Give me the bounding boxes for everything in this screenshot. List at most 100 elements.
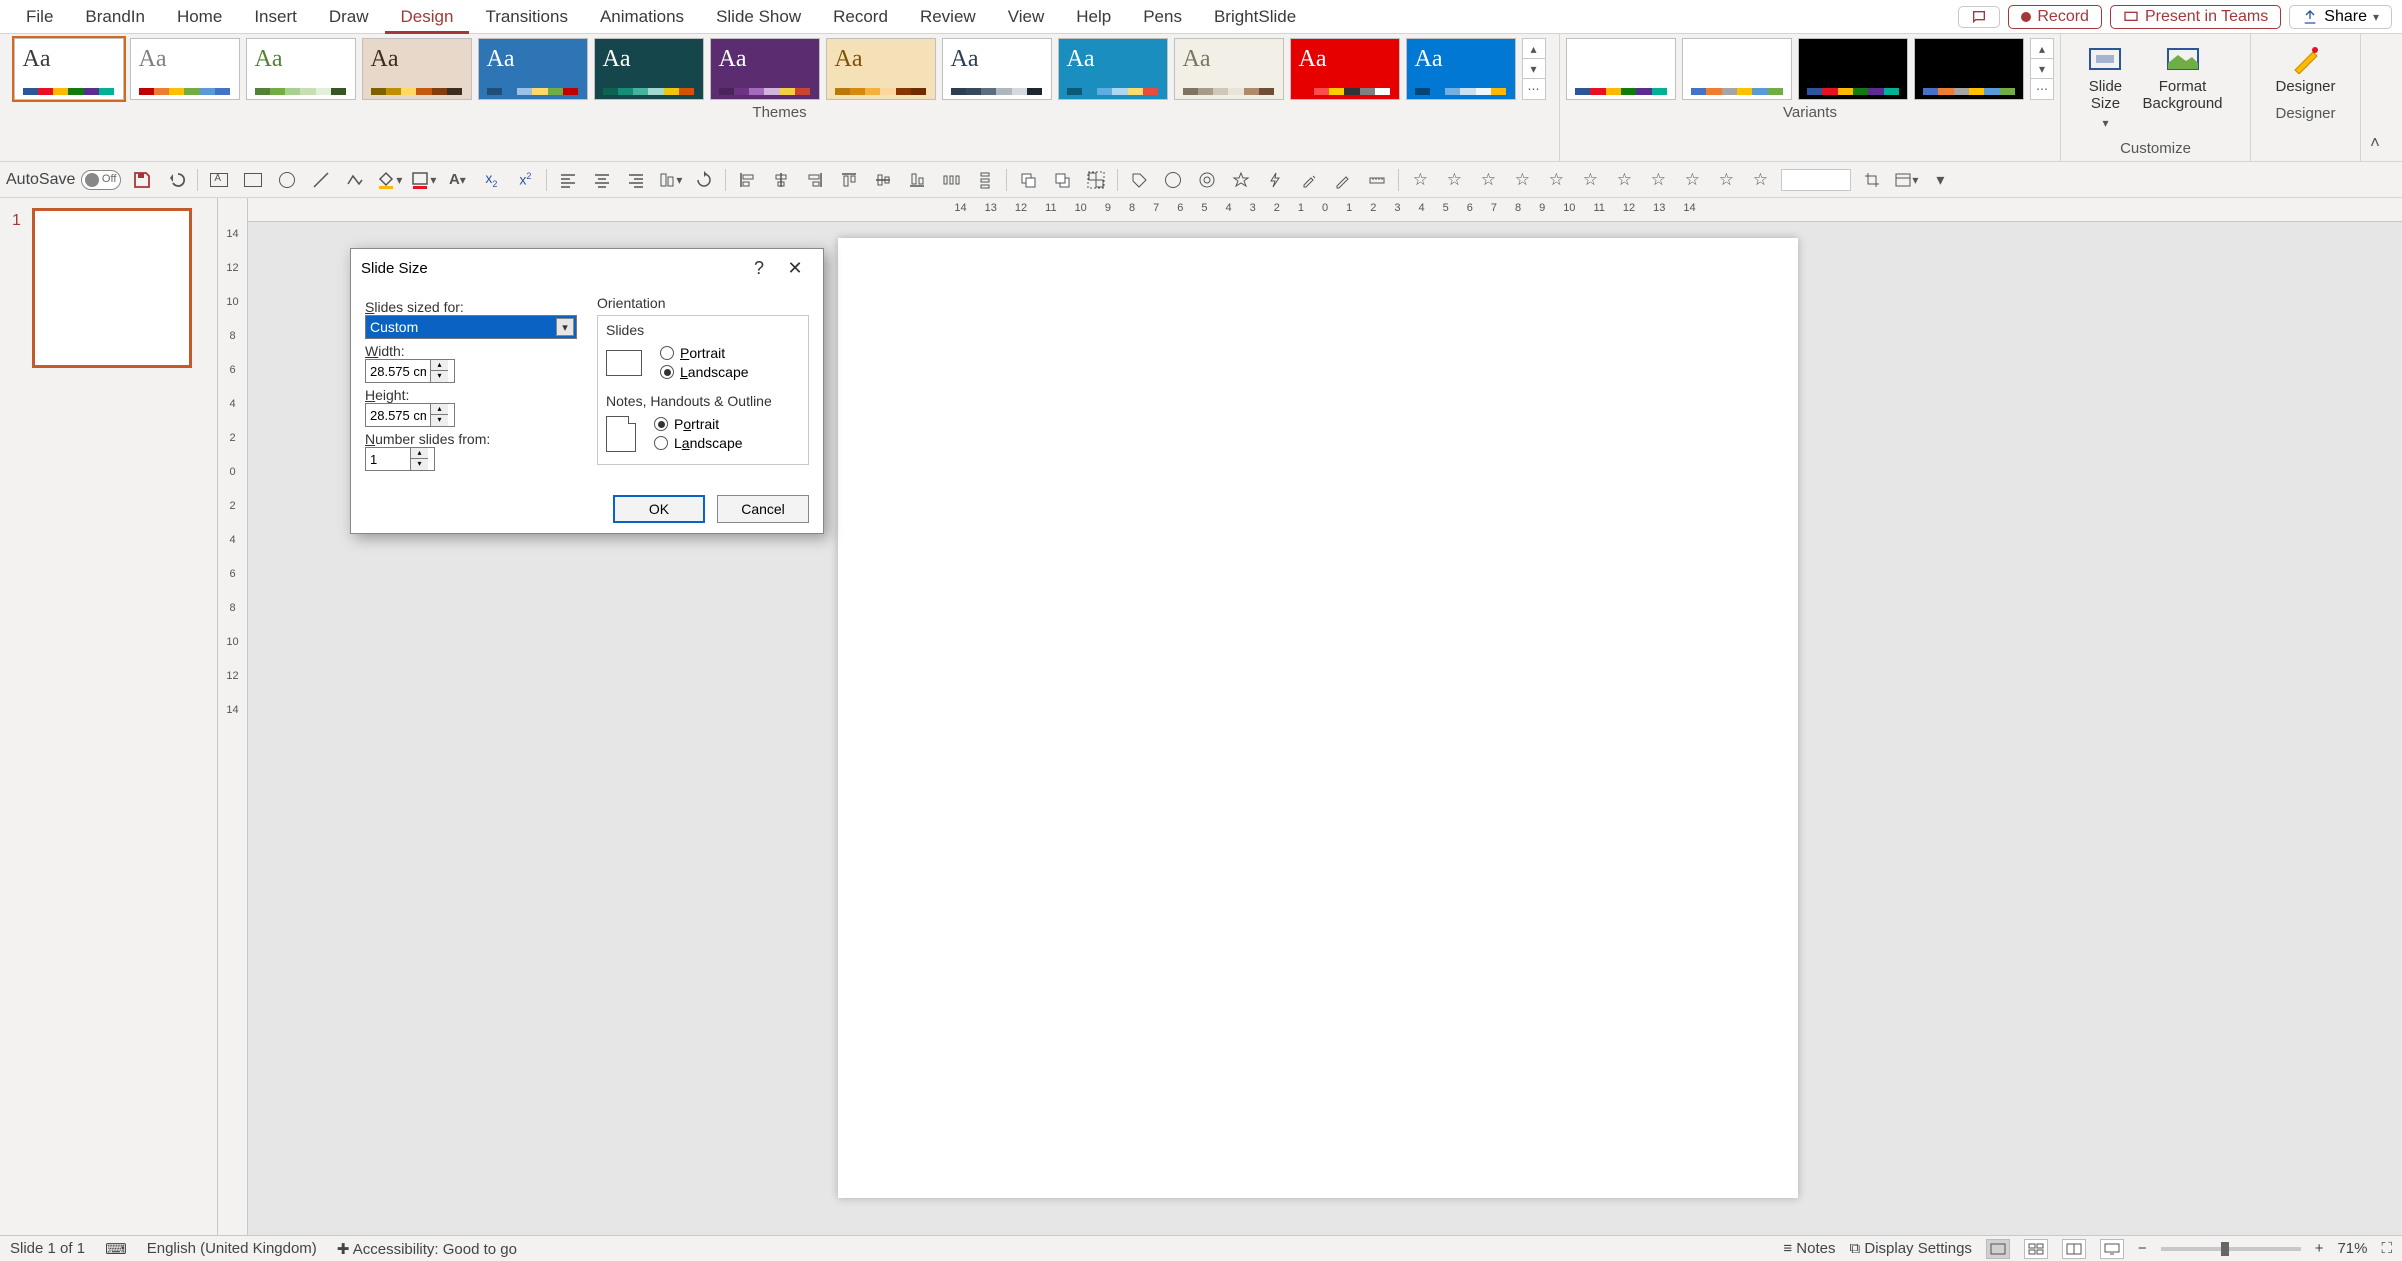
layout-icon[interactable]: ▾ (1893, 167, 1919, 193)
favorite-star-6-icon[interactable]: ☆ (1577, 167, 1603, 193)
favorite-star-9-icon[interactable]: ☆ (1679, 167, 1705, 193)
save-icon[interactable] (129, 167, 155, 193)
width-down[interactable]: ▾ (431, 371, 448, 382)
theme-tile-7[interactable]: Aa (826, 38, 936, 100)
style-gallery[interactable] (1781, 169, 1851, 191)
width-spinner[interactable]: ▴▾ (365, 359, 455, 383)
menu-tab-slide-show[interactable]: Slide Show (700, 0, 817, 34)
theme-tile-9[interactable]: Aa (1058, 38, 1168, 100)
menu-tab-draw[interactable]: Draw (313, 0, 385, 34)
rectangle-shape-icon[interactable] (240, 167, 266, 193)
align-left-objects-icon[interactable] (734, 167, 760, 193)
notes-portrait-radio[interactable]: Portrait (654, 416, 743, 432)
donut-icon[interactable] (1194, 167, 1220, 193)
slide-thumbnail-1[interactable] (32, 208, 192, 368)
variant-tile-3[interactable] (1914, 38, 2024, 100)
align-left-icon[interactable] (555, 167, 581, 193)
share-button[interactable]: Share▾ (2289, 5, 2392, 29)
menu-tab-design[interactable]: Design (385, 0, 470, 34)
shape-outline-icon[interactable]: ▾ (410, 167, 436, 193)
tag-icon[interactable] (1126, 167, 1152, 193)
bring-forward-icon[interactable] (1015, 167, 1041, 193)
menu-tab-brightslide[interactable]: BrightSlide (1198, 0, 1312, 34)
height-up[interactable]: ▴ (431, 404, 448, 415)
height-down[interactable]: ▾ (431, 415, 448, 426)
align-center-icon[interactable] (589, 167, 615, 193)
subscript-icon[interactable]: x2 (478, 167, 504, 193)
dialog-close-button[interactable]: ✕ (777, 258, 813, 279)
zoom-slider[interactable] (2161, 1247, 2301, 1251)
align-middle-icon[interactable] (870, 167, 896, 193)
themes-gallery-scroll[interactable]: ▴▾⋯ (1522, 38, 1546, 100)
theme-tile-0[interactable]: Aa (14, 38, 124, 100)
menu-tab-record[interactable]: Record (817, 0, 904, 34)
distribute-h-icon[interactable] (938, 167, 964, 193)
crop-icon[interactable] (1859, 167, 1885, 193)
ok-button[interactable]: OK (613, 495, 705, 523)
menu-tab-animations[interactable]: Animations (584, 0, 700, 34)
sized-for-combo[interactable]: Custom▾ (365, 315, 577, 339)
notes-button[interactable]: ≡ Notes (1783, 1240, 1835, 1257)
height-input[interactable] (366, 408, 430, 423)
format-background-button[interactable]: Format Background (2132, 38, 2232, 136)
slides-landscape-radio[interactable]: Landscape (660, 364, 749, 380)
customize-qat-icon[interactable]: ▾ (1927, 167, 1953, 193)
favorite-star-7-icon[interactable]: ☆ (1611, 167, 1637, 193)
favorite-star-8-icon[interactable]: ☆ (1645, 167, 1671, 193)
menu-tab-review[interactable]: Review (904, 0, 992, 34)
menu-tab-brandin[interactable]: BrandIn (69, 0, 161, 34)
align-center-h-icon[interactable] (768, 167, 794, 193)
width-up[interactable]: ▴ (431, 360, 448, 371)
number-up[interactable]: ▴ (411, 448, 428, 459)
theme-tile-8[interactable]: Aa (942, 38, 1052, 100)
menu-tab-pens[interactable]: Pens (1127, 0, 1198, 34)
menu-tab-file[interactable]: File (10, 0, 69, 34)
normal-view-button[interactable] (1986, 1239, 2010, 1259)
star-icon[interactable] (1228, 167, 1254, 193)
slide-canvas[interactable] (838, 238, 1798, 1198)
distribute-v-icon[interactable] (972, 167, 998, 193)
menu-tab-help[interactable]: Help (1060, 0, 1127, 34)
display-settings-button[interactable]: ⧉ Display Settings (1849, 1240, 1971, 1257)
favorite-star-4-icon[interactable]: ☆ (1509, 167, 1535, 193)
bolt-icon[interactable] (1262, 167, 1288, 193)
theme-tile-12[interactable]: Aa (1406, 38, 1516, 100)
slide-size-button[interactable]: Slide Size ▾ (2078, 38, 2132, 136)
theme-tile-2[interactable]: Aa (246, 38, 356, 100)
record-button[interactable]: Record (2008, 5, 2102, 29)
number-from-spinner[interactable]: ▴▾ (365, 447, 435, 471)
superscript-icon[interactable]: x2 (512, 167, 538, 193)
ruler-icon[interactable] (1364, 167, 1390, 193)
collapse-ribbon-button[interactable]: ˄ (2361, 34, 2389, 161)
present-in-teams-button[interactable]: Present in Teams (2110, 5, 2281, 29)
line-shape-icon[interactable] (308, 167, 334, 193)
align-right-icon[interactable] (623, 167, 649, 193)
pen-icon[interactable] (1330, 167, 1356, 193)
autosave-toggle[interactable]: AutoSave Off (6, 170, 121, 190)
thumbnail-pane[interactable]: 1 (0, 198, 218, 1235)
align-objects-icon[interactable]: ▾ (657, 167, 683, 193)
slide-sorter-view-button[interactable] (2024, 1239, 2048, 1259)
font-color-icon[interactable]: A▾ (444, 167, 470, 193)
group-icon[interactable] (1083, 167, 1109, 193)
menu-tab-transitions[interactable]: Transitions (469, 0, 584, 34)
menu-tab-insert[interactable]: Insert (238, 0, 313, 34)
favorite-star-11-icon[interactable]: ☆ (1747, 167, 1773, 193)
variant-tile-2[interactable] (1798, 38, 1908, 100)
zoom-in-button[interactable]: + (2315, 1240, 2324, 1257)
theme-tile-4[interactable]: Aa (478, 38, 588, 100)
menu-tab-view[interactable]: View (992, 0, 1061, 34)
favorite-star-2-icon[interactable]: ☆ (1441, 167, 1467, 193)
slideshow-view-button[interactable] (2100, 1239, 2124, 1259)
circle-icon[interactable] (1160, 167, 1186, 193)
shape-fill-icon[interactable]: ▾ (376, 167, 402, 193)
number-down[interactable]: ▾ (411, 459, 428, 470)
favorite-star-1-icon[interactable]: ☆ (1407, 167, 1433, 193)
accessibility-status[interactable]: ✚ Accessibility: Good to go (337, 1240, 517, 1258)
notes-landscape-radio[interactable]: Landscape (654, 435, 743, 451)
fit-to-window-button[interactable]: ⛶ (2381, 1240, 2392, 1257)
align-top-icon[interactable] (836, 167, 862, 193)
favorite-star-5-icon[interactable]: ☆ (1543, 167, 1569, 193)
menu-tab-home[interactable]: Home (161, 0, 238, 34)
eyedropper-icon[interactable] (1296, 167, 1322, 193)
